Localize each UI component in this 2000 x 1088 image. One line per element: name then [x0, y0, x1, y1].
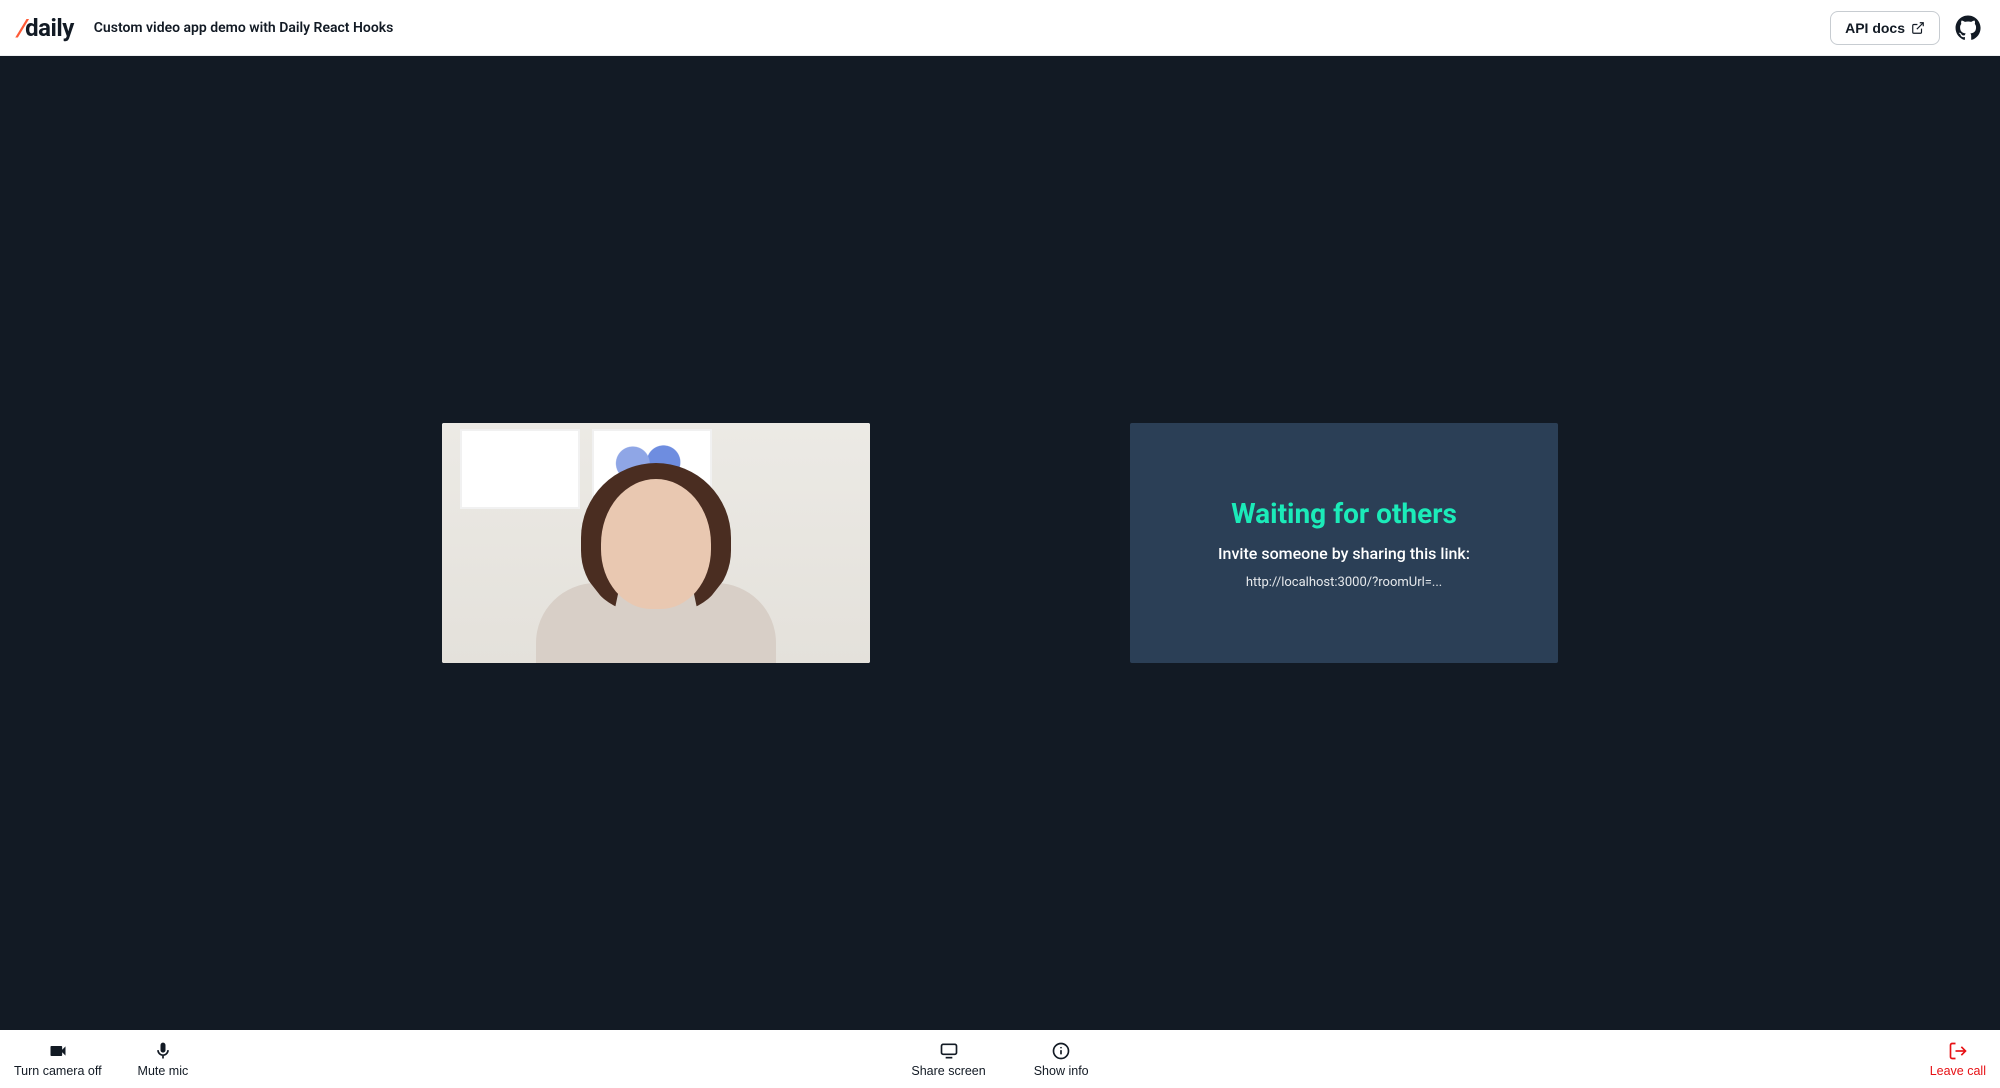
waiting-subtitle: Invite someone by sharing this link:: [1218, 544, 1470, 563]
share-screen-button[interactable]: Share screen: [907, 1039, 989, 1080]
tray-center-group: Share screen Show info: [670, 1039, 1330, 1080]
toggle-mic-button[interactable]: Mute mic: [134, 1039, 193, 1080]
leave-call-label: Leave call: [1930, 1064, 1986, 1078]
local-video-tile[interactable]: [442, 423, 870, 663]
external-link-icon: [1911, 21, 1925, 35]
video-placeholder-frame: [460, 429, 580, 509]
info-icon: [1051, 1041, 1071, 1061]
show-info-button[interactable]: Show info: [1030, 1039, 1093, 1080]
api-docs-button[interactable]: API docs: [1830, 11, 1940, 45]
github-link[interactable]: [1954, 14, 1982, 42]
mic-icon: [153, 1041, 173, 1061]
screen-icon: [939, 1041, 959, 1061]
show-info-label: Show info: [1034, 1064, 1089, 1078]
tray-right-group: Leave call: [1330, 1039, 1990, 1080]
video-placeholder-head: [601, 479, 711, 609]
toggle-camera-label: Turn camera off: [14, 1064, 102, 1078]
waiting-title: Waiting for others: [1231, 497, 1457, 530]
share-screen-label: Share screen: [911, 1064, 985, 1078]
logo-text: daily: [25, 14, 74, 42]
app-header: /daily Custom video app demo with Daily …: [0, 0, 2000, 56]
page-title: Custom video app demo with Daily React H…: [94, 20, 394, 36]
leave-call-button[interactable]: Leave call: [1926, 1039, 1990, 1080]
tray-left-group: Turn camera off Mute mic: [10, 1039, 670, 1080]
github-icon: [1955, 15, 1981, 41]
waiting-invite-link[interactable]: http://localhost:3000/?roomUrl=...: [1246, 575, 1442, 590]
toggle-mic-label: Mute mic: [138, 1064, 189, 1078]
toggle-camera-button[interactable]: Turn camera off: [10, 1039, 106, 1080]
daily-logo: /daily: [18, 14, 74, 42]
call-area: Waiting for others Invite someone by sha…: [0, 56, 2000, 1030]
header-actions: API docs: [1830, 11, 1982, 45]
call-tray: Turn camera off Mute mic Share screen: [0, 1030, 2000, 1088]
api-docs-label: API docs: [1845, 20, 1905, 36]
camera-icon: [48, 1041, 68, 1061]
waiting-tile: Waiting for others Invite someone by sha…: [1130, 423, 1558, 663]
leave-icon: [1948, 1041, 1968, 1061]
